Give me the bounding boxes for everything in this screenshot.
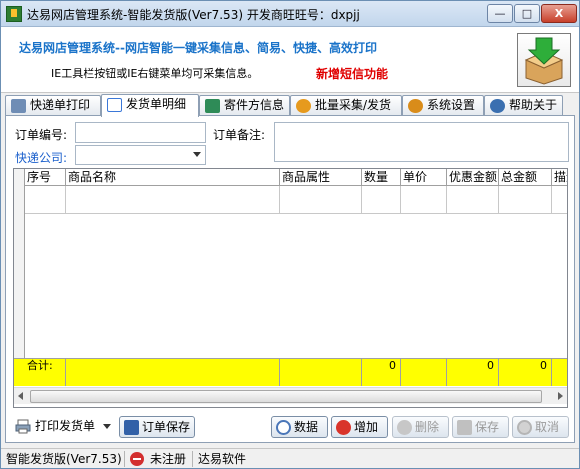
column-header-quantity[interactable]: 数量 bbox=[362, 169, 401, 186]
banner-note: IE工具栏按钮或IE右键菜单均可采集信息。 bbox=[51, 67, 259, 80]
tab-courier-print[interactable]: 快递单打印 bbox=[5, 95, 101, 116]
totals-discount: 0 bbox=[447, 359, 499, 386]
maximize-button[interactable]: □ bbox=[514, 4, 540, 23]
tab-help-about[interactable]: 帮助关于 bbox=[484, 95, 563, 116]
table-cell[interactable] bbox=[499, 186, 552, 214]
floppy-disk-icon bbox=[457, 420, 472, 435]
data-button[interactable]: 数据 bbox=[271, 416, 328, 438]
save-order-label: 订单保存 bbox=[142, 420, 191, 434]
delete-label: 删除 bbox=[415, 420, 440, 434]
delete-button[interactable]: 删除 bbox=[392, 416, 449, 438]
column-header-index[interactable]: 序号 bbox=[25, 169, 66, 186]
tab-batch-collect[interactable]: 批量采集/发货 bbox=[290, 95, 402, 116]
status-bar: 智能发货版(Ver7.53) 未注册 达易软件 bbox=[1, 448, 579, 468]
totals-quantity: 0 bbox=[362, 359, 401, 386]
chevron-down-icon bbox=[193, 152, 201, 157]
order-no-input[interactable] bbox=[75, 122, 206, 143]
column-header-total[interactable]: 总金额 bbox=[499, 169, 552, 186]
print-invoice-button[interactable]: 打印发货单 bbox=[13, 416, 113, 438]
status-vendor: 达易软件 bbox=[198, 452, 247, 466]
column-header-unit-price[interactable]: 单价 bbox=[401, 169, 447, 186]
table-cell[interactable] bbox=[362, 186, 401, 214]
tab-label: 系统设置 bbox=[427, 98, 476, 112]
table-cell[interactable] bbox=[66, 186, 280, 214]
courier-company-label: 快递公司: bbox=[15, 151, 68, 165]
courier-company-select[interactable] bbox=[75, 145, 206, 165]
save-button[interactable]: 保存 bbox=[452, 416, 509, 438]
floppy-disk-icon bbox=[124, 420, 139, 435]
main-tabs: 快递单打印 发货单明细 寄件方信息 批量采集/发货 系统设置 帮助关于 bbox=[5, 94, 579, 117]
scroll-left-icon[interactable] bbox=[18, 392, 23, 400]
column-header-product-name[interactable]: 商品名称 bbox=[66, 169, 280, 186]
banner: 达易网店管理系统--网店智能一键采集信息、简易、快捷、高效打印 IE工具栏按钮或… bbox=[1, 27, 579, 93]
column-header-description[interactable]: 描述 bbox=[552, 169, 567, 186]
window-title: 达易网店管理系统-智能发货版(Ver7.53) 开发商旺旺号：dxpjj bbox=[27, 8, 360, 22]
scroll-right-icon[interactable] bbox=[558, 392, 563, 400]
status-version: 智能发货版(Ver7.53) bbox=[3, 451, 125, 467]
contact-card-icon bbox=[205, 99, 220, 113]
chevron-down-icon bbox=[102, 424, 111, 429]
tab-label: 帮助关于 bbox=[509, 98, 558, 112]
tab-sender-info[interactable]: 寄件方信息 bbox=[199, 95, 290, 116]
cancel-button[interactable]: 取消 bbox=[512, 416, 569, 438]
totals-cell bbox=[66, 359, 280, 386]
printer-icon bbox=[11, 99, 26, 113]
tab-system-settings[interactable]: 系统设置 bbox=[402, 95, 484, 116]
tab-label: 寄件方信息 bbox=[224, 98, 285, 112]
table-cell[interactable] bbox=[447, 186, 499, 214]
table-cell[interactable] bbox=[280, 186, 362, 214]
tab-label: 批量采集/发货 bbox=[315, 98, 392, 112]
cancel-label: 取消 bbox=[535, 420, 560, 434]
stop-icon bbox=[130, 452, 144, 466]
tab-label: 快递单打印 bbox=[30, 98, 91, 112]
scrollbar-thumb[interactable] bbox=[30, 390, 542, 403]
add-label: 增加 bbox=[354, 420, 379, 434]
add-button[interactable]: 增加 bbox=[331, 416, 388, 438]
close-button[interactable]: X bbox=[541, 4, 577, 23]
document-icon bbox=[107, 98, 122, 112]
order-items-grid[interactable]: 序号 商品名称 商品属性 数量 单价 优惠金额 总金额 描述 合计: 0 bbox=[13, 168, 568, 408]
download-box-logo-icon bbox=[517, 33, 571, 87]
plus-circle-icon bbox=[336, 420, 351, 435]
tab-label: 发货单明细 bbox=[126, 97, 187, 111]
invoice-detail-panel: 订单编号: 订单备注: 快递公司: 序号 商品名称 商品属性 数量 单价 优惠金… bbox=[5, 115, 575, 443]
horizontal-scrollbar[interactable] bbox=[14, 387, 567, 404]
cancel-icon bbox=[517, 420, 532, 435]
save-label: 保存 bbox=[475, 420, 500, 434]
title-bar[interactable]: 达易网店管理系统-智能发货版(Ver7.53) 开发商旺旺号：dxpjj — □… bbox=[1, 1, 579, 27]
new-feature-notice: 新增短信功能 bbox=[316, 67, 389, 81]
tab-invoice-detail[interactable]: 发货单明细 bbox=[101, 94, 199, 117]
save-order-button[interactable]: 订单保存 bbox=[119, 416, 195, 438]
table-cell[interactable] bbox=[401, 186, 447, 214]
totals-row: 合计: 0 0 0 bbox=[14, 358, 567, 386]
app-window: 达易网店管理系统-智能发货版(Ver7.53) 开发商旺旺号：dxpjj — □… bbox=[0, 0, 580, 469]
column-header-product-attr[interactable]: 商品属性 bbox=[280, 169, 362, 186]
table-cell[interactable] bbox=[25, 186, 66, 214]
printer-icon bbox=[15, 419, 31, 434]
order-no-label: 订单编号: bbox=[15, 128, 68, 142]
order-remark-input[interactable] bbox=[274, 122, 569, 162]
orange-gear-icon bbox=[296, 99, 311, 113]
minus-circle-icon bbox=[397, 420, 412, 435]
totals-cell bbox=[14, 359, 66, 386]
data-label: 数据 bbox=[294, 420, 319, 434]
minimize-button[interactable]: — bbox=[487, 4, 513, 23]
help-icon bbox=[490, 99, 505, 113]
row-header-column bbox=[14, 169, 25, 358]
magnifier-icon bbox=[276, 420, 291, 435]
status-registration: 未注册 bbox=[147, 451, 193, 467]
totals-cell bbox=[280, 359, 362, 386]
banner-headline: 达易网店管理系统--网店智能一键采集信息、简易、快捷、高效打印 bbox=[19, 41, 377, 55]
settings-icon bbox=[408, 99, 423, 113]
column-header-discount[interactable]: 优惠金额 bbox=[447, 169, 499, 186]
app-icon bbox=[6, 6, 22, 22]
order-remark-label: 订单备注: bbox=[213, 128, 266, 142]
totals-amount: 0 bbox=[499, 359, 552, 386]
print-invoice-label: 打印发货单 bbox=[35, 419, 96, 433]
table-cell[interactable] bbox=[552, 186, 567, 214]
totals-cell bbox=[401, 359, 447, 386]
